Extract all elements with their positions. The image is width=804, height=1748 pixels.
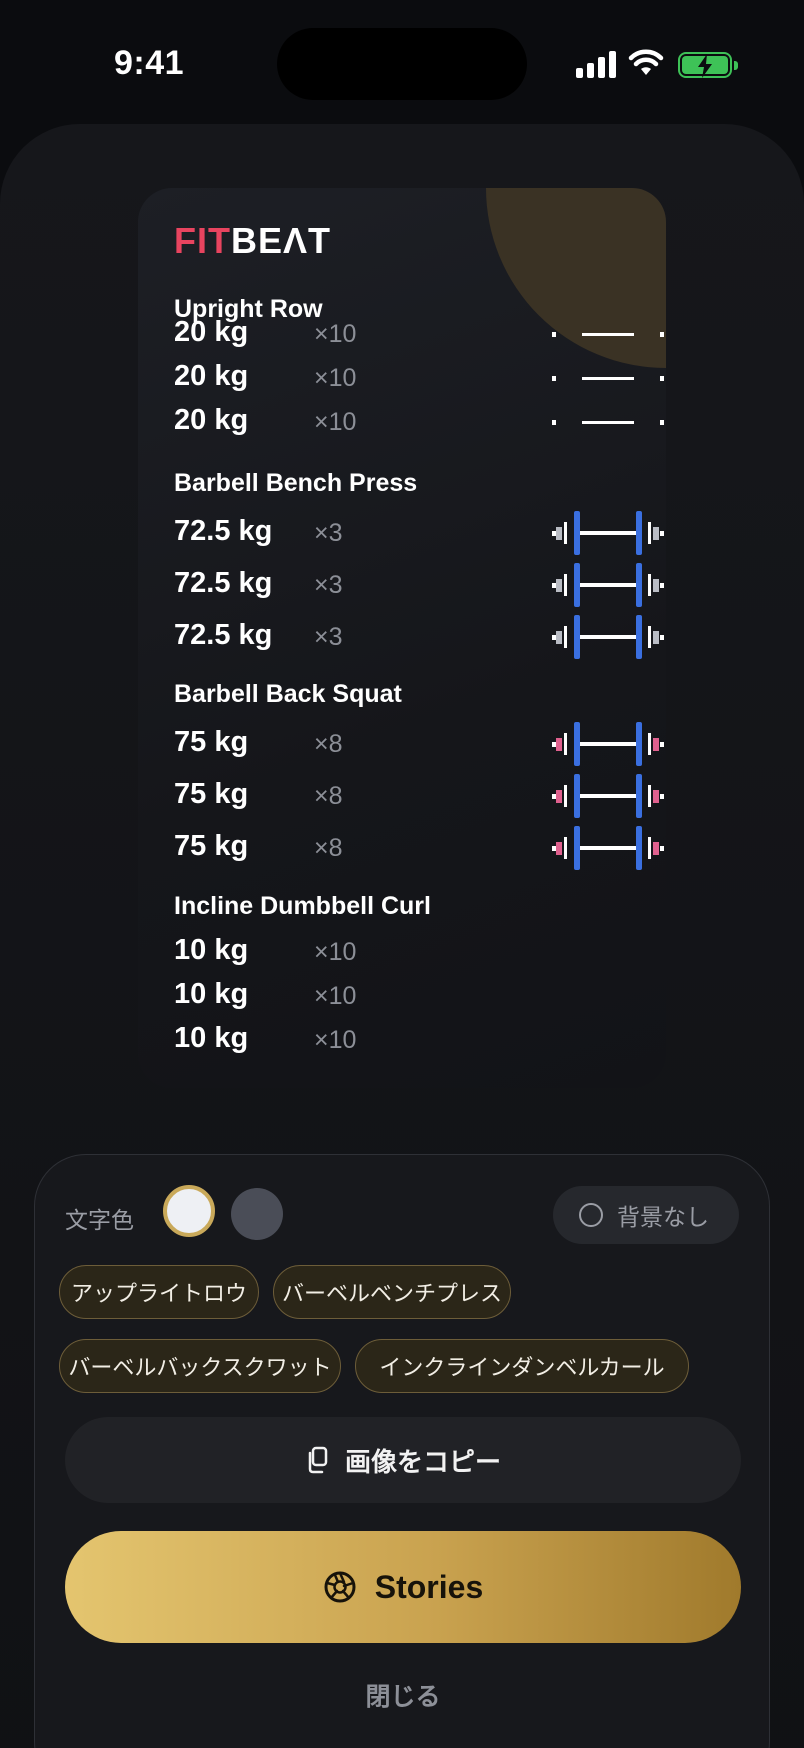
barbell-icon [552,774,664,818]
aperture-icon [324,1571,356,1603]
set-row: 72.5 kg ×3 [174,563,664,607]
set-reps: ×3 [314,519,343,547]
set-row: 72.5 kg ×3 [174,511,664,555]
set-reps: ×10 [314,1026,357,1054]
wifi-icon [628,49,664,75]
set-weight: 10 kg [174,978,249,1010]
exercise-chip[interactable]: バーベルベンチプレス [273,1265,511,1319]
set-reps: ×8 [314,730,343,758]
set-weight: 75 kg [174,726,249,758]
set-weight: 72.5 kg [174,619,273,651]
set-weight: 10 kg [174,934,249,966]
set-reps: ×8 [314,782,343,810]
set-weight: 72.5 kg [174,515,273,547]
no-background-toggle[interactable]: 背景なし [553,1186,739,1244]
text-color-label: 文字色 [65,1207,134,1233]
status-time: 9:41 [114,44,185,82]
set-reps: ×10 [314,320,357,348]
exercise-title: Incline Dumbbell Curl [174,892,431,920]
dynamic-island [277,28,527,100]
workout-card: FITBEΛT Upright Row 20 kg ×10 20 kg ×10 20 kg… [138,188,666,1088]
set-weight: 75 kg [174,778,249,810]
set-reps: ×10 [314,938,357,966]
exercise-title: Barbell Back Squat [174,680,402,708]
barbell-icon [552,615,664,659]
exercise-chip[interactable]: アップライトロウ [59,1265,259,1319]
exercise-chip[interactable]: バーベルバックスクワット [59,1339,341,1393]
text-color-dark-swatch[interactable] [231,1188,283,1240]
barbell-icon [552,826,664,870]
barbell-icon [552,511,664,555]
set-row: 10 kg ×10 [174,978,634,1018]
battery-icon [678,52,738,78]
set-reps: ×3 [314,571,343,599]
status-bar: 9:41 [0,0,804,120]
barbell-icon [552,420,664,425]
text-color-light-swatch[interactable] [163,1185,215,1237]
set-reps: ×3 [314,623,343,651]
set-reps: ×8 [314,834,343,862]
set-row: 75 kg ×8 [174,774,664,818]
set-weight: 72.5 kg [174,567,273,599]
set-row: 20 kg ×10 [174,404,664,444]
signal-icon [576,50,616,78]
fitbeat-logo: FITBEΛT [174,220,331,261]
set-reps: ×10 [314,982,357,1010]
set-weight: 75 kg [174,830,249,862]
radio-icon [579,1203,603,1227]
barbell-icon [552,563,664,607]
copy-image-label: 画像をコピー [344,1446,501,1477]
copy-icon [308,1446,328,1474]
set-reps: ×10 [314,408,357,436]
exercise-chip[interactable]: インクラインダンベルカール [355,1339,689,1393]
set-row: 10 kg ×10 [174,1022,634,1062]
set-weight: 20 kg [174,316,249,348]
set-weight: 20 kg [174,360,249,392]
set-row: 10 kg ×10 [174,934,634,974]
exercise-title: Barbell Bench Press [174,469,418,497]
barbell-icon [552,722,664,766]
close-button[interactable]: 閉じる [35,1677,771,1713]
share-options-panel: 文字色 背景なし アップライトロウ バーベルベンチプレス バーベルバックスクワッ… [34,1154,770,1748]
share-stories-button[interactable]: Stories [65,1531,741,1643]
set-reps: ×10 [314,364,357,392]
set-row: 75 kg ×8 [174,826,664,870]
stories-label: Stories [374,1568,484,1605]
set-row: 75 kg ×8 [174,722,664,766]
set-weight: 20 kg [174,404,249,436]
copy-image-button[interactable]: 画像をコピー [65,1417,741,1503]
set-row: 72.5 kg ×3 [174,615,664,659]
set-weight: 10 kg [174,1022,249,1054]
no-background-label: 背景なし [617,1204,709,1230]
